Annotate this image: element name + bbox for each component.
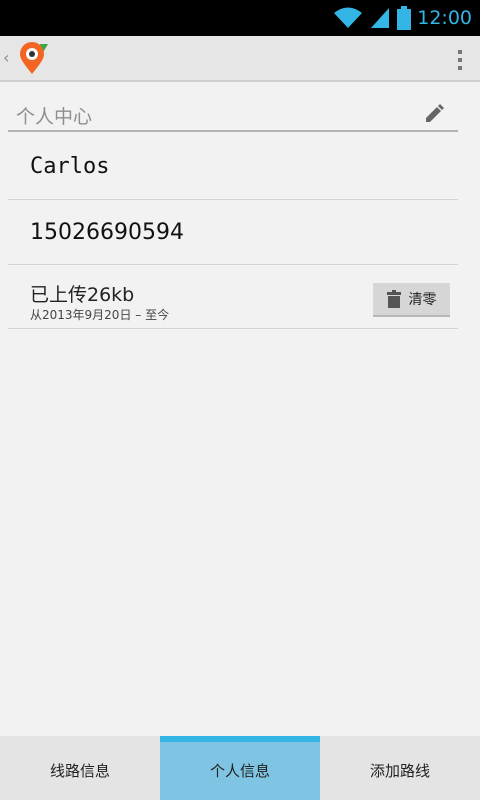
signal-icon bbox=[369, 6, 391, 30]
action-bar: ‹ bbox=[0, 36, 480, 82]
profile-section-header: 个人中心 bbox=[8, 96, 458, 132]
battery-icon bbox=[397, 6, 412, 30]
profile-phone-row: 15026690594 bbox=[8, 200, 458, 265]
tab-route-info[interactable]: 线路信息 bbox=[0, 736, 160, 800]
bottom-tab-bar: 线路信息 个人信息 添加路线 bbox=[0, 736, 480, 800]
tab-add-route[interactable]: 添加路线 bbox=[320, 736, 480, 800]
app-location-pin-icon[interactable] bbox=[18, 42, 50, 80]
profile-name: Carlos bbox=[30, 154, 110, 179]
wifi-icon bbox=[333, 6, 363, 30]
status-time: 12:00 bbox=[417, 7, 472, 29]
profile-name-row: Carlos bbox=[8, 134, 458, 200]
edit-pencil-icon[interactable] bbox=[422, 100, 446, 128]
clear-button-label: 清零 bbox=[408, 292, 437, 308]
tab-label: 线路信息 bbox=[49, 761, 110, 780]
section-title: 个人中心 bbox=[16, 106, 93, 128]
tab-personal-info[interactable]: 个人信息 bbox=[160, 736, 320, 800]
upload-amount: 已上传26kb bbox=[30, 284, 135, 306]
tab-label: 添加路线 bbox=[369, 761, 430, 780]
back-caret-icon[interactable]: ‹ bbox=[3, 48, 9, 67]
overflow-menu-icon[interactable] bbox=[450, 48, 470, 72]
profile-phone: 15026690594 bbox=[30, 220, 184, 245]
upload-stats-row: 已上传26kb 从2013年9月20日 – 至今 清零 bbox=[8, 265, 458, 329]
trash-icon bbox=[386, 290, 401, 308]
upload-date-range: 从2013年9月20日 – 至今 bbox=[30, 308, 170, 322]
clear-button[interactable]: 清零 bbox=[373, 283, 450, 317]
status-bar: 12:00 bbox=[0, 0, 480, 36]
tab-label: 个人信息 bbox=[209, 761, 270, 780]
